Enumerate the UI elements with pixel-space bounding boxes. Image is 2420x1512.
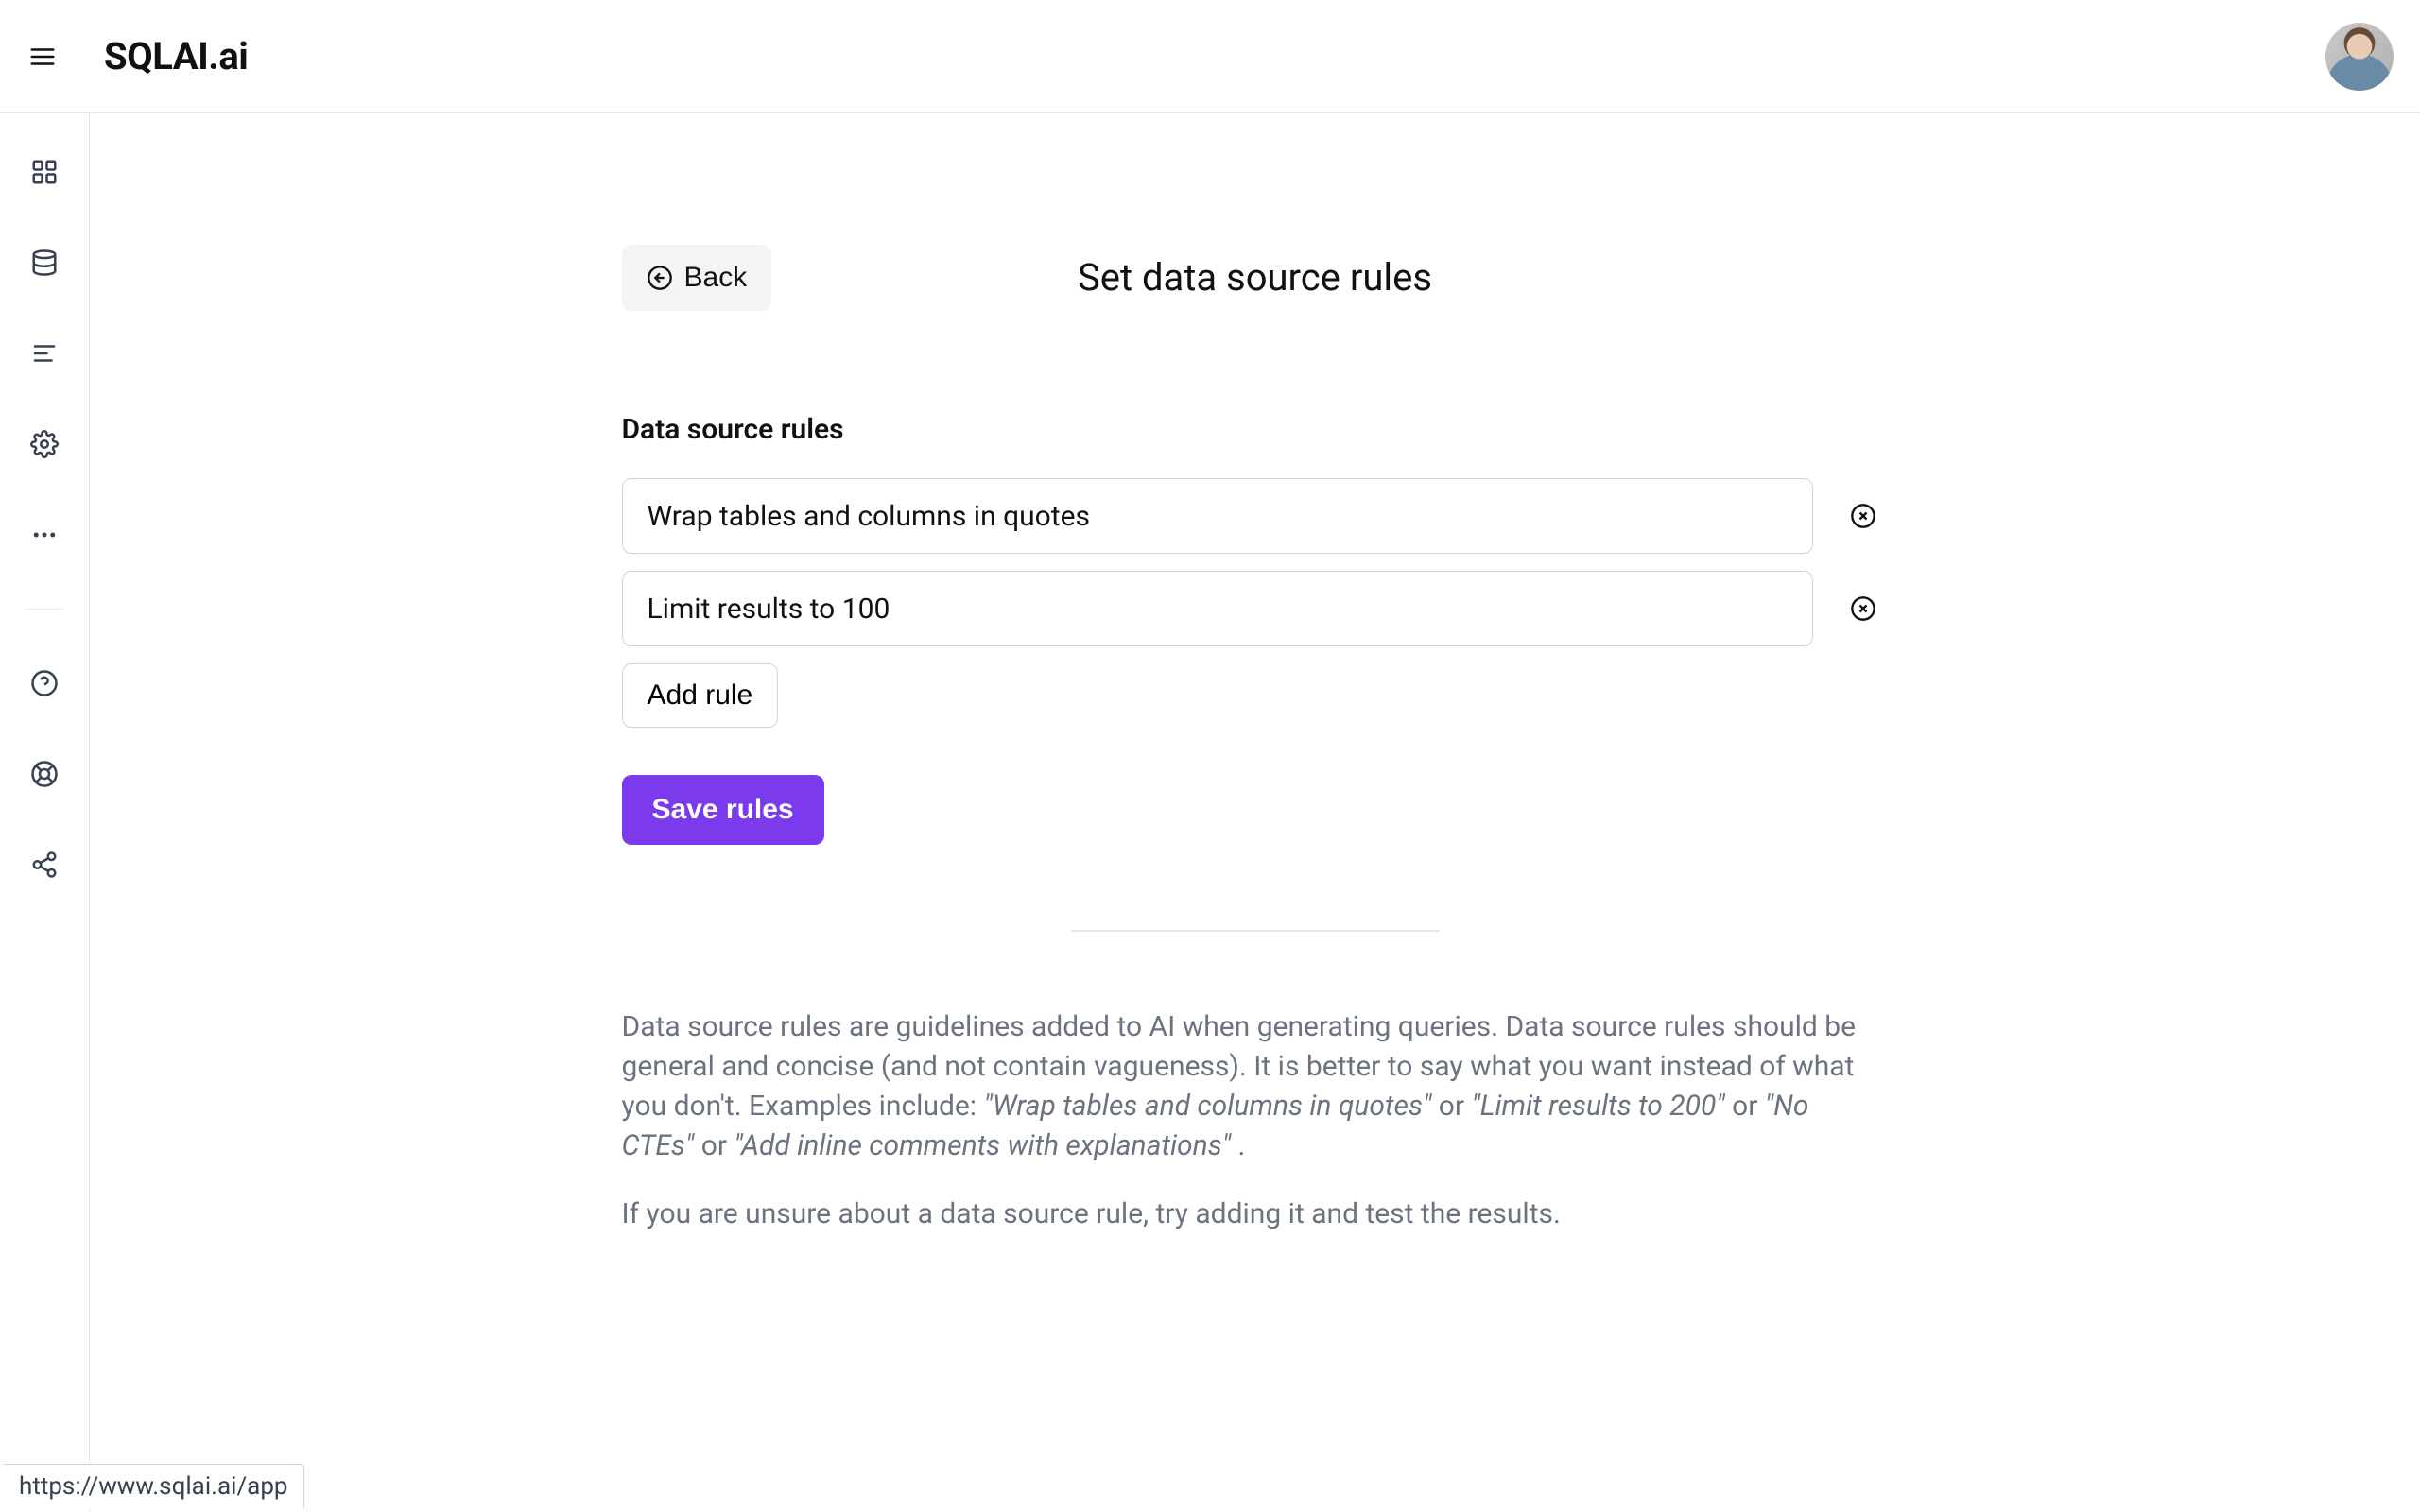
remove-rule-button[interactable] (1849, 502, 1877, 530)
content: Back Set data source rules Data source r… (622, 113, 1889, 1319)
sidebar (0, 113, 90, 1512)
add-rule-button[interactable]: Add rule (622, 663, 779, 728)
title-row: Back Set data source rules (622, 255, 1889, 300)
sidebar-item-help[interactable] (22, 661, 67, 706)
save-rules-button[interactable]: Save rules (622, 775, 824, 845)
rule-row (622, 571, 1889, 646)
menu-button[interactable] (19, 33, 66, 80)
hamburger-icon (28, 43, 57, 71)
back-arrow-icon (647, 265, 673, 291)
avatar[interactable] (2325, 23, 2394, 91)
help-or: or (1732, 1090, 1765, 1123)
status-url: https://www.sqlai.ai/app (4, 1464, 304, 1508)
list-icon (30, 339, 59, 368)
dashboard-icon (30, 158, 59, 186)
header-left: SQLAI.ai (19, 33, 248, 80)
sidebar-item-list[interactable] (22, 331, 67, 376)
page-title: Set data source rules (1078, 255, 1432, 300)
sidebar-item-support[interactable] (22, 751, 67, 797)
help-or: or (1439, 1090, 1472, 1123)
back-button-label: Back (684, 262, 748, 294)
share-icon (30, 850, 59, 879)
gear-icon (30, 430, 59, 458)
sidebar-item-database[interactable] (22, 240, 67, 285)
main: Back Set data source rules Data source r… (90, 113, 2420, 1512)
help-paragraph-2: If you are unsure about a data source ru… (622, 1194, 1889, 1234)
rule-input[interactable] (622, 478, 1813, 554)
sidebar-item-settings[interactable] (22, 421, 67, 467)
close-circle-icon (1850, 503, 1876, 529)
sidebar-item-more[interactable] (22, 512, 67, 558)
help-icon (30, 669, 59, 697)
help-example-4: "Add inline comments with explanations" (734, 1129, 1231, 1162)
lifebuoy-icon (30, 760, 59, 788)
help-or: or (701, 1129, 735, 1162)
help-paragraph-1: Data source rules are guidelines added t… (622, 1007, 1889, 1166)
sidebar-divider (26, 609, 63, 610)
header: SQLAI.ai (0, 0, 2420, 113)
rules-container (622, 478, 1889, 646)
help-text-fragment: . (1238, 1129, 1246, 1162)
logo[interactable]: SQLAI.ai (104, 34, 248, 78)
close-circle-icon (1850, 595, 1876, 622)
help-example-2: "Limit results to 200" (1471, 1090, 1724, 1123)
rule-row (622, 478, 1889, 554)
sidebar-item-dashboard[interactable] (22, 149, 67, 195)
remove-rule-button[interactable] (1849, 594, 1877, 623)
dots-icon (30, 521, 59, 549)
divider (1071, 930, 1440, 932)
sidebar-item-share[interactable] (22, 842, 67, 887)
back-button[interactable]: Back (622, 245, 772, 311)
database-icon (30, 249, 59, 277)
section-label: Data source rules (622, 413, 1889, 446)
help-example-1: "Wrap tables and columns in quotes" (984, 1090, 1432, 1123)
rule-input[interactable] (622, 571, 1813, 646)
